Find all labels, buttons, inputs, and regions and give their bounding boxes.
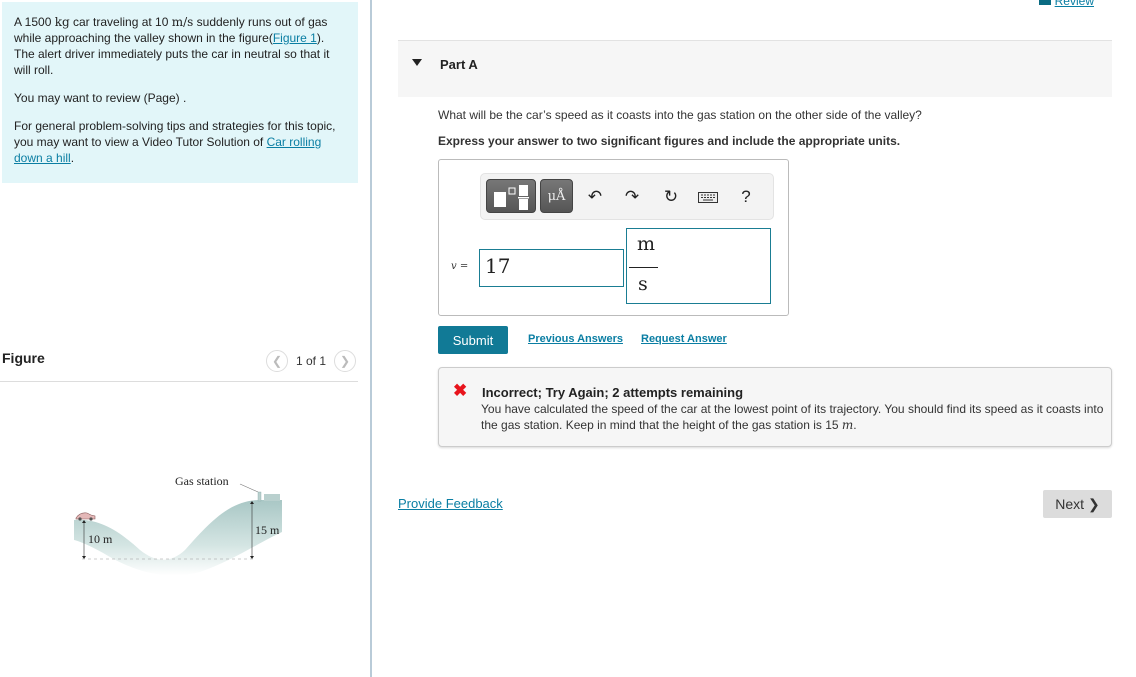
undo-icon: ↶ — [587, 187, 603, 206]
figure-counter: 1 of 1 — [295, 354, 326, 368]
review-link[interactable]: Review — [1055, 0, 1094, 8]
part-title: Part A — [440, 57, 478, 72]
review-note: You may want to review (Page) . — [14, 91, 187, 105]
chevron-right-icon: ❯ — [1087, 495, 1100, 512]
car-icon — [75, 512, 96, 521]
gas-station-icon — [257, 491, 280, 502]
help-icon: ? — [741, 187, 751, 206]
figure-next-button[interactable]: ❯ — [334, 350, 356, 372]
gas-station-label: Gas station — [175, 474, 229, 488]
reset-button[interactable]: ↻ — [658, 184, 684, 210]
keyboard-button[interactable] — [695, 184, 721, 210]
reset-icon: ↻ — [663, 187, 679, 206]
figure-title: Figure — [2, 350, 45, 366]
feedback-text: You have calculated the speed of the car… — [481, 402, 1104, 432]
undo-button[interactable]: ↶ — [582, 184, 608, 210]
caret-down-icon[interactable] — [412, 59, 422, 66]
previous-answers-link[interactable]: Previous Answers — [528, 333, 623, 345]
video-tutor-note: For general problem-solving tips and str… — [14, 119, 336, 165]
feedback-message: ✖ Incorrect; Try Again; 2 attempts remai… — [438, 367, 1112, 447]
answer-panel: μÅ ↶ ↷ ↻ ? v = 17 m s — [438, 159, 789, 316]
instruction-text: Express your answer to two significant f… — [438, 134, 901, 148]
right-height-label: 15 m — [255, 523, 280, 537]
book-icon — [1038, 0, 1051, 5]
feedback-status: Incorrect; Try Again; 2 attempts remaini… — [482, 385, 744, 400]
problem-intro: A 1500 kg car traveling at 10 m/s sudden… — [2, 2, 358, 183]
gas-station-pointer — [239, 483, 259, 493]
chevron-right-icon: ❯ — [339, 354, 351, 368]
question-text: What will be the car’s speed as it coast… — [438, 108, 922, 122]
chevron-left-icon: ❮ — [271, 354, 282, 368]
keyboard-icon — [698, 191, 718, 203]
submit-button[interactable]: Submit — [438, 326, 508, 354]
units-input[interactable]: m s — [626, 228, 771, 304]
unit-denominator: s — [638, 273, 648, 295]
redo-button[interactable]: ↷ — [619, 184, 645, 210]
help-button[interactable]: ? — [733, 184, 759, 210]
problem-pane: A 1500 kg car traveling at 10 m/s sudden… — [0, 0, 372, 677]
figure-link[interactable]: Figure 1 — [273, 31, 317, 45]
redo-icon: ↷ — [624, 187, 640, 206]
problem-statement: A 1500 kg car traveling at 10 m/s sudden… — [14, 15, 330, 77]
figure-nav: ❮ 1 of 1 ❯ — [265, 350, 356, 372]
next-button[interactable]: Next ❯ — [1043, 490, 1112, 518]
review-link-wrap[interactable]: Review — [1038, 0, 1094, 8]
provide-feedback-link[interactable]: Provide Feedback — [398, 496, 503, 511]
request-answer-link[interactable]: Request Answer — [641, 333, 727, 345]
fraction-bar — [629, 267, 658, 268]
templates-button[interactable] — [486, 179, 536, 213]
units-button[interactable]: μÅ — [540, 179, 573, 213]
part-header[interactable]: Part A — [398, 40, 1112, 97]
left-height-label: 10 m — [88, 532, 113, 546]
math-toolbar: μÅ ↶ ↷ ↻ ? — [480, 173, 774, 220]
figure-prev-button[interactable]: ❮ — [265, 350, 288, 372]
variable-label: v = — [451, 261, 469, 272]
unit-numerator: m — [637, 233, 656, 255]
pane-divider[interactable] — [370, 0, 372, 677]
valley-figure: Gas station 10 m 15 m — [74, 474, 282, 576]
templates-icon — [494, 185, 529, 210]
incorrect-x-icon: ✖ — [453, 381, 468, 400]
figure-header: Figure ❮ 1 of 1 ❯ — [0, 346, 358, 382]
value-input[interactable]: 17 — [479, 249, 624, 287]
